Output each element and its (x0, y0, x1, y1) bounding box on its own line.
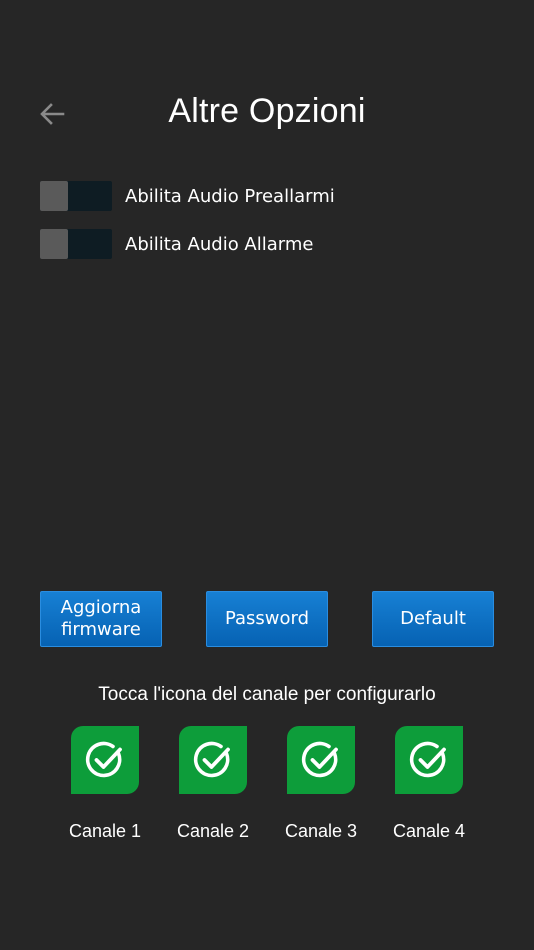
default-button[interactable]: Default (372, 591, 494, 647)
prealarm-audio-label: Abilita Audio Preallarmi (125, 185, 335, 207)
toggle-row-alarm: Abilita Audio Allarme (40, 229, 313, 259)
channel-icon[interactable] (71, 726, 139, 794)
channel-label: Canale 1 (68, 821, 142, 841)
alarm-audio-toggle[interactable] (40, 229, 112, 259)
check-circle-icon (193, 741, 230, 778)
toggle-knob (40, 181, 68, 211)
channel-label: Canale 2 (176, 821, 250, 841)
channel-icon[interactable] (179, 726, 247, 794)
password-button[interactable]: Password (206, 591, 328, 647)
channel-icon[interactable] (395, 726, 463, 794)
channel-label: Canale 4 (392, 821, 466, 841)
channel-1[interactable]: Canale 1 (55, 726, 155, 842)
prealarm-audio-toggle[interactable] (40, 181, 112, 211)
check-circle-icon (85, 741, 122, 778)
channel-icon[interactable] (287, 726, 355, 794)
other-options-screen: Altre Opzioni Abilita Audio Preallarmi A… (0, 0, 534, 950)
channel-3[interactable]: Canale 3 (271, 726, 371, 842)
channel-4[interactable]: Canale 4 (379, 726, 479, 842)
channel-2[interactable]: Canale 2 (163, 726, 263, 842)
check-circle-icon (301, 741, 338, 778)
toggle-knob (40, 229, 68, 259)
channel-hint-text: Tocca l'icona del canale per configurarl… (98, 684, 436, 705)
page-title: Altre Opzioni (168, 92, 366, 130)
check-circle-icon (409, 741, 446, 778)
alarm-audio-label: Abilita Audio Allarme (125, 233, 314, 255)
toggle-row-prealarm: Abilita Audio Preallarmi (40, 181, 335, 211)
channel-label: Canale 3 (284, 821, 358, 841)
update-firmware-button[interactable]: Aggiorna firmware (40, 591, 162, 647)
